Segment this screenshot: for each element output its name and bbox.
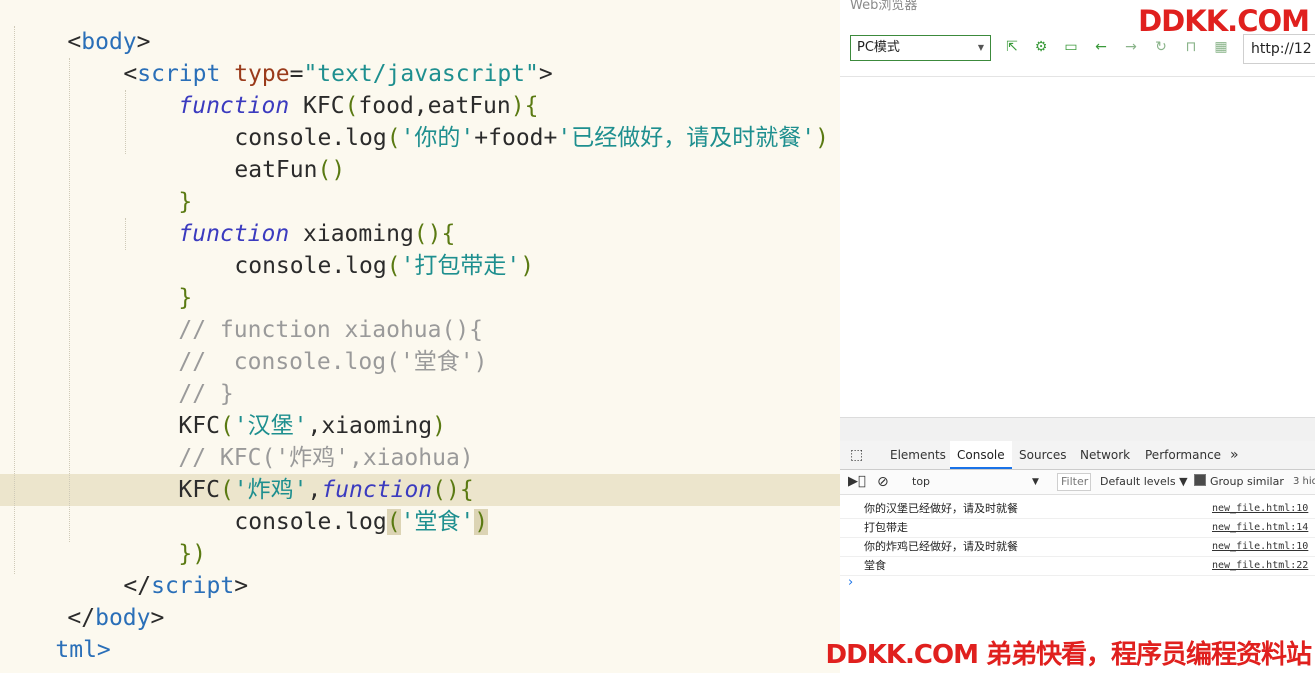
token: )	[331, 157, 346, 183]
console-log-row[interactable]: 你的汉堡已经做好，请及时就餐 new_file.html:10	[840, 499, 1315, 519]
qrcode-icon[interactable]: ▦	[1212, 37, 1230, 57]
code-line-5[interactable]: eatFun()	[179, 122, 345, 183]
bracket-match: )	[474, 509, 489, 535]
token: tml>	[55, 637, 111, 663]
code-line-13[interactable]: KFC('汉堡',xiaoming)	[123, 378, 446, 439]
code-line-17[interactable]: })	[123, 506, 206, 567]
web-browser-panel: Web浏览器 PC模式 ▼ ⇱ ⚙ ▭ ← → ↻ ⊓ ▦ http://12 …	[840, 0, 1315, 673]
code-line-15[interactable]: KFC('炸鸡',function(){	[123, 442, 473, 503]
filter-input[interactable]: Filter	[1057, 473, 1091, 491]
console-log-row[interactable]: 打包带走 new_file.html:14	[840, 518, 1315, 538]
code-line-4[interactable]: console.log('你的'+food+'已经做好，请及时就餐')	[179, 90, 829, 151]
token: +food+	[474, 125, 558, 151]
log-levels-select[interactable]: Default levels ▼	[1100, 470, 1188, 494]
chevron-down-icon: ▼	[977, 43, 984, 52]
sidebar-toggle-icon[interactable]: ▶⃞	[848, 470, 866, 494]
tab-elements[interactable]: Elements	[890, 441, 946, 469]
console-prompt[interactable]: ›	[848, 575, 853, 590]
console-icon[interactable]: ▭	[1062, 37, 1080, 57]
token: '你的'	[400, 125, 475, 151]
chevron-down-icon[interactable]: ▼	[1032, 470, 1039, 494]
token: )	[815, 125, 829, 151]
code-line-12[interactable]: // }	[123, 346, 233, 407]
token: )	[520, 253, 535, 279]
code-line-10[interactable]: // function xiaohua(){	[123, 282, 483, 343]
log-source-link[interactable]: new_file.html:14	[1212, 518, 1308, 537]
code-editor[interactable]: <body> <script type="text/javascript"> f…	[0, 0, 840, 673]
hidden-count: 3 hid	[1293, 476, 1315, 487]
code-line-7[interactable]: function xiaoming(){	[123, 186, 455, 247]
token: eatFun	[234, 157, 318, 183]
token: '已经做好，请及时就餐'	[557, 125, 816, 151]
tab-console[interactable]: Console	[950, 441, 1012, 469]
forward-arrow-icon[interactable]: →	[1122, 37, 1140, 57]
checkbox-checked-icon	[1194, 474, 1206, 486]
code-line-3[interactable]: function KFC(food,eatFun){	[123, 58, 538, 119]
code-line-20[interactable]: tml>	[0, 602, 110, 663]
token: (	[386, 253, 401, 279]
log-message: 你的炸鸡已经做好，请及时就餐	[864, 540, 1018, 553]
log-message: 打包带走	[864, 521, 908, 534]
log-source-link[interactable]: new_file.html:22	[1212, 556, 1308, 575]
log-message: 堂食	[864, 559, 886, 572]
url-input[interactable]: http://12	[1243, 34, 1315, 64]
console-toolbar: ▶⃞ ⊘ top ▼ Filter Default levels ▼ Group…	[840, 470, 1315, 495]
bracket-match: (	[386, 509, 401, 535]
log-source-link[interactable]: new_file.html:10	[1212, 537, 1308, 556]
token: >	[150, 605, 165, 631]
open-external-icon[interactable]: ⇱	[1003, 37, 1021, 57]
mode-select-value: PC模式	[857, 40, 900, 55]
watermark-bottom: DDKK.COM 弟弟快看，程序员编程资料站	[825, 640, 1312, 670]
log-source-link[interactable]: new_file.html:10	[1212, 499, 1308, 518]
code-line-19[interactable]: </body>	[12, 570, 164, 631]
tab-sources[interactable]: Sources	[1019, 441, 1066, 469]
token: '打包带走'	[400, 253, 521, 279]
browser-title: Web浏览器	[850, 0, 918, 13]
url-text: http://12	[1251, 41, 1312, 57]
group-similar-label: Group similar	[1210, 475, 1284, 488]
code-line-18[interactable]: </script>	[68, 538, 248, 599]
code-line-11[interactable]: // console.log('堂食')	[123, 314, 487, 375]
code-line-14[interactable]: // KFC('炸鸡',xiaohua)	[123, 410, 473, 471]
settings-icon[interactable]: ⚙	[1032, 37, 1050, 57]
inspect-element-icon[interactable]: ⬚	[850, 441, 863, 469]
tab-performance[interactable]: Performance	[1145, 441, 1221, 469]
back-arrow-icon[interactable]: ←	[1092, 37, 1110, 57]
devtools-resizer[interactable]	[840, 417, 1315, 442]
token: >	[234, 573, 249, 599]
code-line-2[interactable]: <script type="text/javascript">	[68, 26, 552, 87]
mode-select[interactable]: PC模式 ▼	[850, 35, 991, 61]
code-line-8[interactable]: console.log('打包带走')	[179, 218, 534, 279]
token: '堂食'	[400, 509, 475, 535]
watermark-top: DDKK.COM	[1138, 4, 1310, 38]
token: (	[317, 157, 332, 183]
group-similar-checkbox[interactable]: Group similar	[1194, 470, 1284, 494]
context-select[interactable]: top	[912, 470, 930, 494]
refresh-icon[interactable]: ↻	[1152, 37, 1170, 57]
token: console.log	[234, 253, 387, 279]
token: console.log	[234, 509, 387, 535]
clear-console-icon[interactable]: ⊘	[877, 470, 889, 494]
lock-icon[interactable]: ⊓	[1182, 37, 1200, 57]
page-viewport	[840, 77, 1315, 417]
console-log-row[interactable]: 堂食 new_file.html:22	[840, 556, 1315, 576]
code-line-16[interactable]: console.log('堂食')	[179, 474, 489, 535]
console-log-row[interactable]: 你的炸鸡已经做好，请及时就餐 new_file.html:10	[840, 537, 1315, 557]
log-message: 你的汉堡已经做好，请及时就餐	[864, 502, 1018, 515]
devtools-tab-bar: ⬚ Elements Console Sources Network Perfo…	[840, 441, 1315, 470]
token: (	[386, 125, 401, 151]
token: >	[538, 61, 553, 87]
indent-guide	[69, 58, 70, 542]
code-line-6[interactable]: }	[123, 154, 192, 215]
tab-network[interactable]: Network	[1080, 441, 1130, 469]
indent-guide	[14, 26, 15, 574]
code-line-1[interactable]: <body>	[12, 0, 150, 55]
code-line-9[interactable]: }	[123, 250, 192, 311]
more-tabs-button[interactable]: »	[1230, 441, 1239, 469]
